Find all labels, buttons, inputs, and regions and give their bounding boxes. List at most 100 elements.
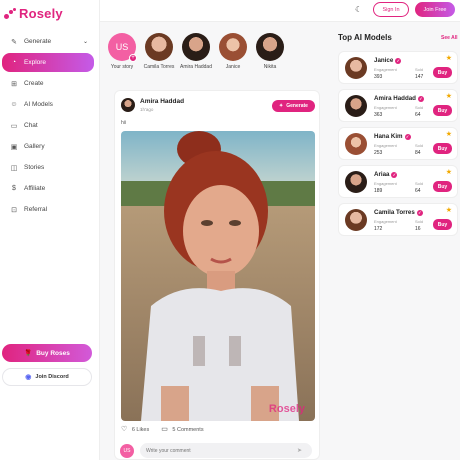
- avatar: [182, 33, 210, 61]
- story-label: Camila Torres: [143, 64, 175, 70]
- model-card[interactable]: Ariaa ✓ Engagement Sold 189 64 ★ Buy: [338, 165, 458, 198]
- plus-square-icon: ⊞: [11, 80, 17, 88]
- sold-value: 84: [415, 150, 421, 156]
- model-name-row: Amira Haddad ✓: [374, 95, 424, 102]
- join-discord-button[interactable]: ◉ Join Discord: [2, 368, 92, 386]
- see-all-link[interactable]: See All: [441, 35, 458, 41]
- sidebar-item-chat[interactable]: ▭ Chat: [2, 116, 94, 135]
- engagement-label: Engagement: [374, 219, 397, 224]
- avatar: [345, 209, 367, 231]
- sparkle-icon: ✦: [279, 103, 284, 109]
- sold-value: 147: [415, 74, 424, 80]
- post-image[interactable]: Rosely: [121, 131, 315, 421]
- like-button[interactable]: ♡ 6 Likes: [121, 425, 149, 433]
- post-card: Amira Haddad 1h'ago ✦ Generate hii Rosel…: [114, 90, 320, 460]
- story-item[interactable]: Nikita: [255, 33, 285, 70]
- star-icon: ★: [445, 169, 452, 176]
- watermark: Rosely: [268, 403, 305, 415]
- post-time: 1h'ago: [140, 107, 154, 112]
- moon-icon[interactable]: ☾: [355, 5, 362, 14]
- model-card[interactable]: Janice ✓ Engagement Sold 393 147 ★ Buy: [338, 51, 458, 84]
- buy-roses-button[interactable]: 🌹 Buy Roses: [2, 344, 92, 362]
- top-models-title: Top AI Models: [338, 33, 392, 42]
- buy-button[interactable]: Buy: [433, 219, 452, 230]
- sidebar-item-gallery[interactable]: ▣ Gallery: [2, 137, 94, 156]
- model-name-row: Camila Torres ✓: [374, 209, 423, 216]
- sold-label: Sold: [415, 219, 424, 224]
- sold-value: 16: [415, 226, 421, 232]
- top-models-list: Janice ✓ Engagement Sold 393 147 ★ Buy A…: [338, 51, 458, 241]
- comment-row: US ➤: [114, 441, 320, 460]
- engagement-label: Engagement: [374, 67, 397, 72]
- sidebar-item-explore[interactable]: ◔ Explore: [2, 53, 94, 72]
- comments-button[interactable]: ▭ 5 Comments: [161, 425, 203, 433]
- buy-button[interactable]: Buy: [433, 181, 452, 192]
- sidebar-item-stories[interactable]: ◫ Stories: [2, 158, 94, 177]
- story-item[interactable]: Camila Torres: [144, 33, 174, 70]
- magic-wand-icon: ✎: [11, 38, 17, 46]
- model-name: Janice: [374, 57, 394, 64]
- story-label: Your story: [110, 64, 134, 70]
- sidebar-item-label: Gallery: [24, 143, 45, 150]
- add-story-icon[interactable]: +: [129, 54, 137, 62]
- model-name: Hana Kim: [374, 133, 403, 140]
- sidebar-item-label: Create: [24, 80, 44, 87]
- rose-icon: 🌹: [24, 350, 33, 357]
- top-bar: ☾ Sign In Join Free: [100, 0, 460, 22]
- sidebar: Rosely ✎ Generate ⌄ ◔ Explore ⊞ Create ☺…: [0, 0, 100, 460]
- sidebar-item-label: Affiliate: [24, 185, 46, 192]
- logo[interactable]: Rosely: [4, 6, 63, 21]
- model-card[interactable]: Hana Kim ✓ Engagement Sold 253 84 ★ Buy: [338, 127, 458, 160]
- engagement-value: 393: [374, 74, 383, 80]
- story-item[interactable]: Amira Haddad: [180, 33, 212, 70]
- sign-in-button[interactable]: Sign In: [373, 2, 409, 17]
- avatar[interactable]: [121, 98, 135, 112]
- buy-roses-label: Buy Roses: [36, 349, 70, 357]
- engagement-label: Engagement: [374, 143, 397, 148]
- model-card[interactable]: Amira Haddad ✓ Engagement Sold 363 64 ★ …: [338, 89, 458, 122]
- avatar: [345, 171, 367, 193]
- sidebar-item-label: Explore: [24, 59, 47, 66]
- star-icon: ★: [445, 207, 452, 214]
- engagement-value: 253: [374, 150, 383, 156]
- buy-button[interactable]: Buy: [433, 143, 452, 154]
- stories-row: US + Your story Camila Torres Amira Hadd…: [107, 33, 285, 70]
- story-label: Nikita: [263, 64, 277, 70]
- verified-icon: ✓: [416, 209, 423, 216]
- compass-icon: ◔: [11, 59, 17, 66]
- verified-icon: ✓: [391, 171, 398, 178]
- model-card[interactable]: Camila Torres ✓ Engagement Sold 172 16 ★…: [338, 203, 458, 236]
- buy-button[interactable]: Buy: [433, 105, 452, 116]
- sidebar-item-label: AI Models: [24, 101, 53, 108]
- sold-value: 64: [415, 188, 421, 194]
- story-mine[interactable]: US + Your story: [107, 33, 137, 70]
- sidebar-item-label: Chat: [24, 122, 38, 129]
- comment-icon: ▭: [161, 426, 168, 433]
- chevron-down-icon[interactable]: ⌄: [83, 38, 88, 45]
- post-author[interactable]: Amira Haddad: [140, 98, 184, 105]
- sidebar-item-create[interactable]: ⊞ Create: [2, 74, 94, 93]
- story-item[interactable]: Janice: [218, 33, 248, 70]
- model-name: Amira Haddad: [374, 95, 416, 102]
- model-name-row: Ariaa ✓: [374, 171, 398, 178]
- star-icon: ★: [445, 55, 452, 62]
- sold-label: Sold: [415, 105, 424, 110]
- gift-icon: ⊡: [11, 206, 17, 214]
- comments-count: 5 Comments: [172, 427, 204, 433]
- sidebar-item-referral[interactable]: ⊡ Referral: [2, 200, 94, 219]
- generate-button[interactable]: ✦ Generate: [272, 100, 315, 112]
- join-free-button[interactable]: Join Free: [415, 2, 455, 17]
- generate-label: Generate: [286, 103, 308, 109]
- sidebar-item-affiliate[interactable]: $ Affiliate: [2, 179, 94, 198]
- sidebar-item-ai-models[interactable]: ☺ AI Models: [2, 95, 94, 114]
- user-icon: ☺: [10, 101, 18, 108]
- model-name-row: Hana Kim ✓: [374, 133, 411, 140]
- sidebar-nav: ✎ Generate ⌄ ◔ Explore ⊞ Create ☺ AI Mod…: [2, 32, 94, 221]
- send-icon[interactable]: ➤: [297, 447, 302, 454]
- verified-icon: ✓: [417, 95, 424, 102]
- sidebar-item-generate[interactable]: ✎ Generate ⌄: [2, 32, 94, 51]
- comment-input[interactable]: [140, 443, 312, 458]
- engagement-label: Engagement: [374, 105, 397, 110]
- buy-button[interactable]: Buy: [433, 67, 452, 78]
- avatar: [256, 33, 284, 61]
